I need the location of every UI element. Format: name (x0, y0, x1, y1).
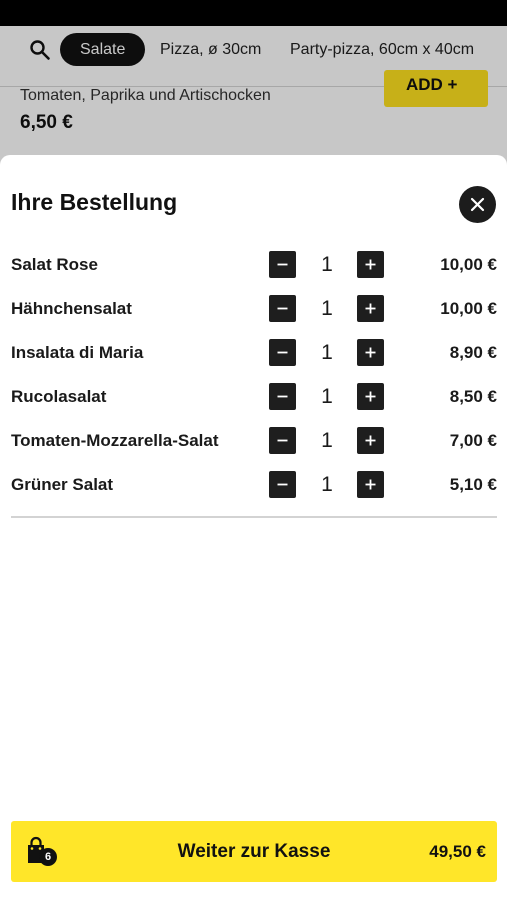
order-item-quantity: 1 (321, 253, 333, 276)
order-item: Grüner Salat 1 5,10 € (11, 463, 497, 507)
order-item-price: 5,10 € (449, 475, 497, 494)
order-item: Hähnchensalat 1 10,00 € (11, 287, 497, 331)
minus-icon (277, 351, 288, 354)
screen: Salate Pizza, ø 30cm Party-pizza, 60cm x… (0, 0, 507, 900)
checkout-label: Weiter zur Kasse (177, 841, 331, 862)
checkout-total: 49,50 € (429, 842, 486, 861)
order-item-name: Insalata di Maria (11, 343, 144, 362)
order-item: Rucolasalat 1 8,50 € (11, 375, 497, 419)
plus-icon (365, 303, 376, 314)
minus-icon (277, 395, 288, 398)
increase-quantity-button[interactable] (357, 339, 384, 366)
close-button[interactable] (459, 186, 496, 223)
increase-quantity-button[interactable] (357, 383, 384, 410)
decrease-quantity-button[interactable] (269, 295, 296, 322)
order-item-price: 7,00 € (449, 431, 497, 450)
increase-quantity-button[interactable] (357, 251, 384, 278)
minus-icon (277, 307, 288, 310)
order-item-quantity: 1 (321, 429, 333, 452)
order-item: Tomaten-Mozzarella-Salat 1 7,00 € (11, 419, 497, 463)
order-item-price: 8,50 € (449, 387, 497, 406)
order-item: Salat Rose 1 10,00 € (11, 243, 497, 287)
minus-icon (277, 439, 288, 442)
order-sheet: Ihre Bestellung Salat Rose 1 10,00 € Häh (0, 155, 507, 900)
plus-icon (365, 259, 376, 270)
decrease-quantity-button[interactable] (269, 251, 296, 278)
minus-icon (277, 483, 288, 486)
close-icon (470, 197, 485, 212)
order-item-price: 10,00 € (440, 299, 497, 318)
order-title: Ihre Bestellung (11, 189, 178, 215)
status-bar (0, 0, 507, 26)
decrease-quantity-button[interactable] (269, 427, 296, 454)
decrease-quantity-button[interactable] (269, 383, 296, 410)
increase-quantity-button[interactable] (357, 471, 384, 498)
order-item-list: Salat Rose 1 10,00 € Hähnchensalat 1 10,… (11, 243, 497, 507)
plus-icon (365, 479, 376, 490)
order-item-name: Hähnchensalat (11, 299, 132, 318)
plus-icon (365, 391, 376, 402)
order-item-quantity: 1 (321, 385, 333, 408)
order-item-price: 10,00 € (440, 255, 497, 274)
decrease-quantity-button[interactable] (269, 339, 296, 366)
plus-icon (365, 435, 376, 446)
divider (11, 516, 497, 518)
checkout-button[interactable]: 6 Weiter zur Kasse 49,50 € (11, 821, 497, 882)
order-item: Insalata di Maria 1 8,90 € (11, 331, 497, 375)
order-item-name: Grüner Salat (11, 475, 114, 494)
order-item-quantity: 1 (321, 297, 333, 320)
order-item-quantity: 1 (321, 473, 333, 496)
plus-icon (365, 347, 376, 358)
increase-quantity-button[interactable] (357, 427, 384, 454)
minus-icon (277, 263, 288, 266)
order-item-quantity: 1 (321, 341, 333, 364)
order-item-name: Tomaten-Mozzarella-Salat (11, 431, 219, 450)
order-item-name: Salat Rose (11, 255, 98, 274)
decrease-quantity-button[interactable] (269, 471, 296, 498)
increase-quantity-button[interactable] (357, 295, 384, 322)
order-item-name: Rucolasalat (11, 387, 107, 406)
order-item-price: 8,90 € (449, 343, 497, 362)
